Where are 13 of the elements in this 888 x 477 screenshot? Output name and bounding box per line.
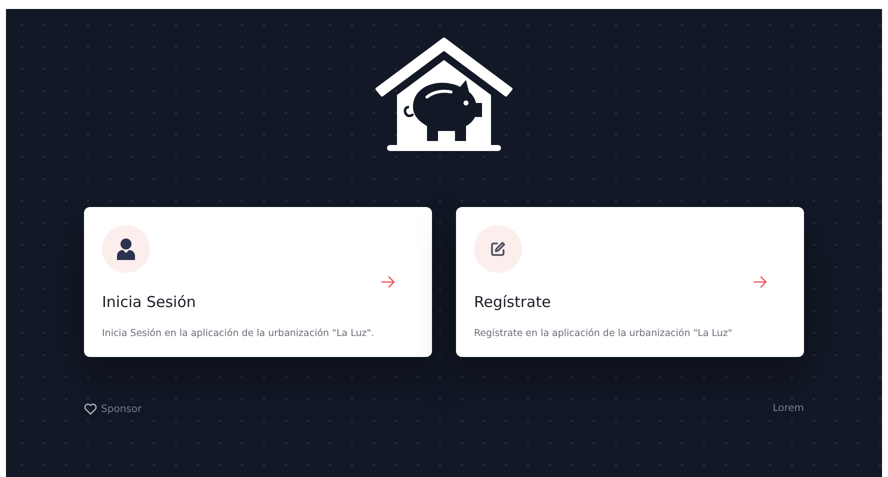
footer-link[interactable]: Lorem (772, 403, 804, 415)
arrow-right-icon (753, 276, 767, 288)
card-description: Regístrate en la aplicación de la urbanización "La Luz" (474, 328, 734, 339)
sponsor-link[interactable]: Sponsor (101, 404, 142, 414)
card-title: Inicia Sesión (102, 293, 197, 311)
card-description: Inicia Sesión en la aplicación de la urbanización "La Luz". (102, 328, 376, 339)
edit-icon (490, 241, 506, 257)
card-title: Regístrate (474, 293, 552, 311)
heart-icon (84, 403, 97, 415)
user-icon (116, 238, 136, 260)
register-card[interactable]: Regístrate Regístrate en la aplicación de la urbanización "La Luz" (456, 207, 804, 357)
arrow-right-icon (381, 276, 395, 288)
login-card[interactable]: Inicia Sesión Inicia Sesión en la aplicación de la urbanización "La Luz". (84, 207, 432, 357)
